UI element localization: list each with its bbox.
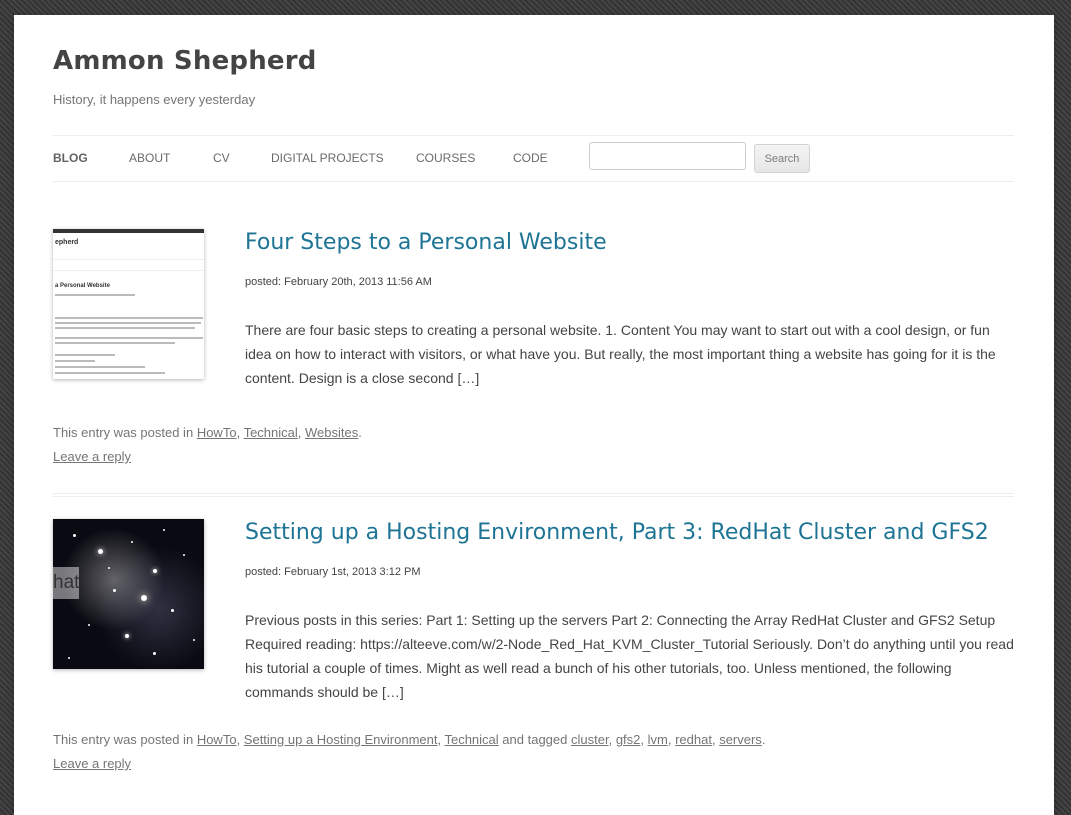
search-input[interactable]: [589, 142, 746, 170]
post-date: posted: February 20th, 2013 11:56 AM: [245, 276, 432, 288]
content-area: Ammon Shepherd History, it happens every…: [53, 15, 1014, 815]
nav-blog[interactable]: BLOG: [53, 151, 88, 165]
main-navigation: BLOG ABOUT CV DIGITAL PROJECTS COURSES C…: [53, 135, 1014, 182]
tag-link[interactable]: gfs2: [616, 732, 641, 747]
category-link[interactable]: Technical: [444, 732, 498, 747]
tag-link[interactable]: lvm: [648, 732, 668, 747]
post-meta: This entry was posted in HowTo, Setting …: [53, 732, 766, 771]
meta-prefix: This entry was posted in: [53, 425, 194, 440]
nav-code[interactable]: CODE: [513, 151, 548, 165]
post-title[interactable]: Setting up a Hosting Environment, Part 3…: [245, 520, 989, 545]
category-link[interactable]: Setting up a Hosting Environment: [244, 732, 438, 747]
category-link[interactable]: HowTo: [197, 425, 237, 440]
site-description: History, it happens every yesterday: [53, 92, 256, 107]
nav-cv[interactable]: CV: [213, 151, 230, 165]
post-meta: This entry was posted in HowTo, Technica…: [53, 425, 362, 464]
page: Ammon Shepherd History, it happens every…: [14, 15, 1054, 815]
post-thumbnail[interactable]: epherd a Personal Website: [53, 229, 204, 379]
category-link[interactable]: HowTo: [197, 732, 237, 747]
tag-link[interactable]: cluster: [571, 732, 609, 747]
post-excerpt: There are four basic steps to creating a…: [245, 322, 996, 386]
post-divider: [53, 493, 1014, 497]
thumbnail-post-title: a Personal Website: [55, 283, 110, 289]
thumbnail-site-title: epherd: [55, 239, 79, 246]
nav-about[interactable]: ABOUT: [129, 151, 170, 165]
tag-link[interactable]: redhat: [675, 732, 712, 747]
meta-prefix: This entry was posted in: [53, 732, 194, 747]
leave-reply-link[interactable]: Leave a reply: [53, 449, 131, 464]
tag-prefix: and tagged: [502, 732, 568, 747]
nav-courses[interactable]: COURSES: [416, 151, 475, 165]
post-thumbnail[interactable]: hat: [53, 519, 204, 669]
thumbnail-overlay-text: hat: [53, 567, 79, 599]
tag-link[interactable]: servers: [719, 732, 762, 747]
category-link[interactable]: Technical: [244, 425, 298, 440]
post-title[interactable]: Four Steps to a Personal Website: [245, 230, 607, 255]
nav-digital-projects[interactable]: DIGITAL PROJECTS: [271, 151, 384, 165]
post-date: posted: February 1st, 2013 3:12 PM: [245, 566, 421, 578]
search-button[interactable]: Search: [754, 144, 810, 173]
category-link[interactable]: Websites: [305, 425, 358, 440]
site-title[interactable]: Ammon Shepherd: [53, 46, 317, 76]
post-excerpt: Previous posts in this series: Part 1: S…: [245, 612, 1014, 700]
leave-reply-link[interactable]: Leave a reply: [53, 756, 131, 771]
